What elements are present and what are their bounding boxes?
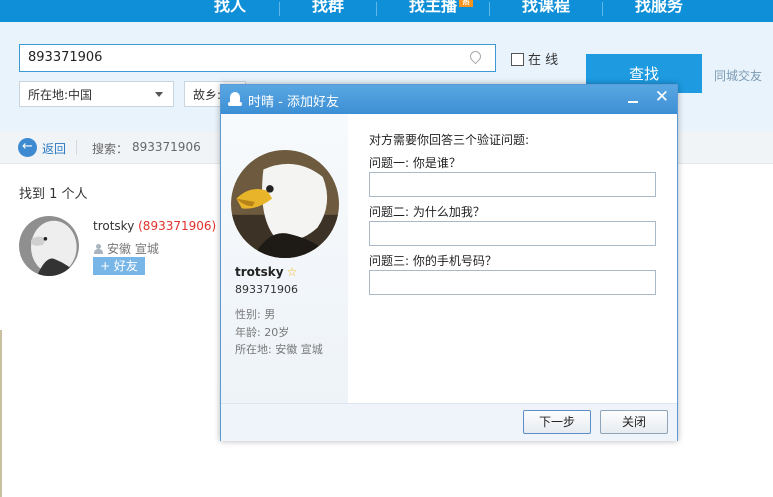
profile-age: 年龄: 20岁 bbox=[235, 326, 290, 339]
back-link[interactable]: 返回 bbox=[42, 140, 66, 157]
tab-find-course[interactable]: 找课程 bbox=[522, 0, 570, 16]
tab-find-service[interactable]: 找服务 bbox=[635, 0, 683, 16]
result-location: 安徽 宣城 bbox=[93, 240, 159, 257]
location-pin-icon[interactable] bbox=[467, 48, 484, 65]
profile-location: 所在地: 安徽 宣城 bbox=[235, 343, 323, 356]
eagle-avatar-image bbox=[231, 150, 339, 258]
eagle-avatar-image bbox=[19, 216, 79, 276]
divider bbox=[76, 140, 77, 155]
profile-gender: 性别: 男 bbox=[235, 308, 276, 321]
profile-avatar bbox=[231, 150, 339, 258]
profile-panel: trotsky ☆ 893371906 性别: 男 年龄: 20岁 所在地: 安徽… bbox=[221, 114, 348, 403]
qq-penguin-icon bbox=[228, 92, 242, 106]
checkbox-icon[interactable] bbox=[511, 53, 524, 66]
search-query-label: 搜索： bbox=[92, 142, 129, 156]
question-3-label: 问题三: 你的手机号码？ bbox=[369, 254, 497, 268]
person-icon bbox=[93, 244, 103, 254]
answer-3-input[interactable] bbox=[369, 270, 656, 295]
nav-divider bbox=[489, 2, 490, 16]
dialog-footer: 下一步 关闭 bbox=[221, 403, 677, 441]
search-input[interactable]: 893371906 bbox=[19, 44, 496, 72]
result-qq-number: (893371906) bbox=[138, 219, 217, 233]
dialog-titlebar[interactable]: 时晴 - 添加好友 ✕ bbox=[221, 85, 677, 114]
close-icon[interactable]: ✕ bbox=[655, 87, 669, 107]
location-select-value: 所在地:中国 bbox=[28, 88, 93, 102]
location-select[interactable]: 所在地:中国 bbox=[19, 81, 174, 107]
tab-find-people[interactable]: 找人 bbox=[214, 0, 246, 16]
tab-find-anchor[interactable]: 找主播热 bbox=[409, 0, 474, 16]
dialog-title: 时晴 - 添加好友 bbox=[248, 95, 339, 110]
answer-2-input[interactable] bbox=[369, 221, 656, 246]
result-name-text: trotsky bbox=[93, 219, 135, 233]
search-query-value: 893371906 bbox=[132, 140, 201, 154]
add-friend-button[interactable]: + 好友 bbox=[93, 257, 145, 275]
online-checkbox[interactable]: 在 线 bbox=[511, 49, 558, 68]
question-2-label: 问题二: 为什么加我？ bbox=[369, 205, 485, 219]
chevron-down-icon bbox=[155, 92, 163, 97]
tab-find-anchor-label: 找主播 bbox=[409, 0, 458, 15]
answer-1-input[interactable] bbox=[369, 172, 656, 197]
city-friends-link[interactable]: 同城交友 bbox=[714, 67, 762, 84]
hometown-select-value: 故乡: bbox=[193, 88, 222, 102]
profile-name: trotsky ☆ bbox=[235, 265, 297, 279]
window-edge bbox=[0, 330, 2, 497]
add-friend-dialog: 时晴 - 添加好友 ✕ trotsky ☆ 893371906 性别: 男 年龄:… bbox=[220, 84, 678, 441]
star-icon: ☆ bbox=[286, 265, 298, 279]
top-nav: 找人 找群 找主播热 找课程 找服务 bbox=[0, 0, 773, 22]
nav-divider bbox=[602, 2, 603, 16]
result-location-text: 安徽 宣城 bbox=[107, 242, 159, 256]
back-arrow-icon[interactable]: ← bbox=[18, 138, 37, 157]
result-name[interactable]: trotsky (893371906) bbox=[93, 219, 216, 233]
result-count: 找到 1 个人 bbox=[19, 187, 88, 202]
avatar[interactable] bbox=[19, 216, 79, 276]
search-input-value: 893371906 bbox=[28, 50, 103, 65]
close-button[interactable]: 关闭 bbox=[600, 410, 668, 434]
profile-name-text: trotsky bbox=[235, 265, 284, 279]
question-1-label: 问题一: 你是谁？ bbox=[369, 156, 461, 170]
nav-divider bbox=[279, 2, 280, 16]
tab-find-group[interactable]: 找群 bbox=[312, 0, 344, 16]
question-intro: 对方需要你回答三个验证问题: bbox=[369, 133, 530, 147]
next-step-button[interactable]: 下一步 bbox=[523, 410, 591, 434]
online-label: 在 线 bbox=[528, 53, 559, 68]
profile-qq-number: 893371906 bbox=[235, 283, 298, 296]
hot-badge: 热 bbox=[459, 0, 474, 7]
nav-divider bbox=[376, 2, 377, 16]
minimize-icon[interactable] bbox=[627, 89, 641, 105]
